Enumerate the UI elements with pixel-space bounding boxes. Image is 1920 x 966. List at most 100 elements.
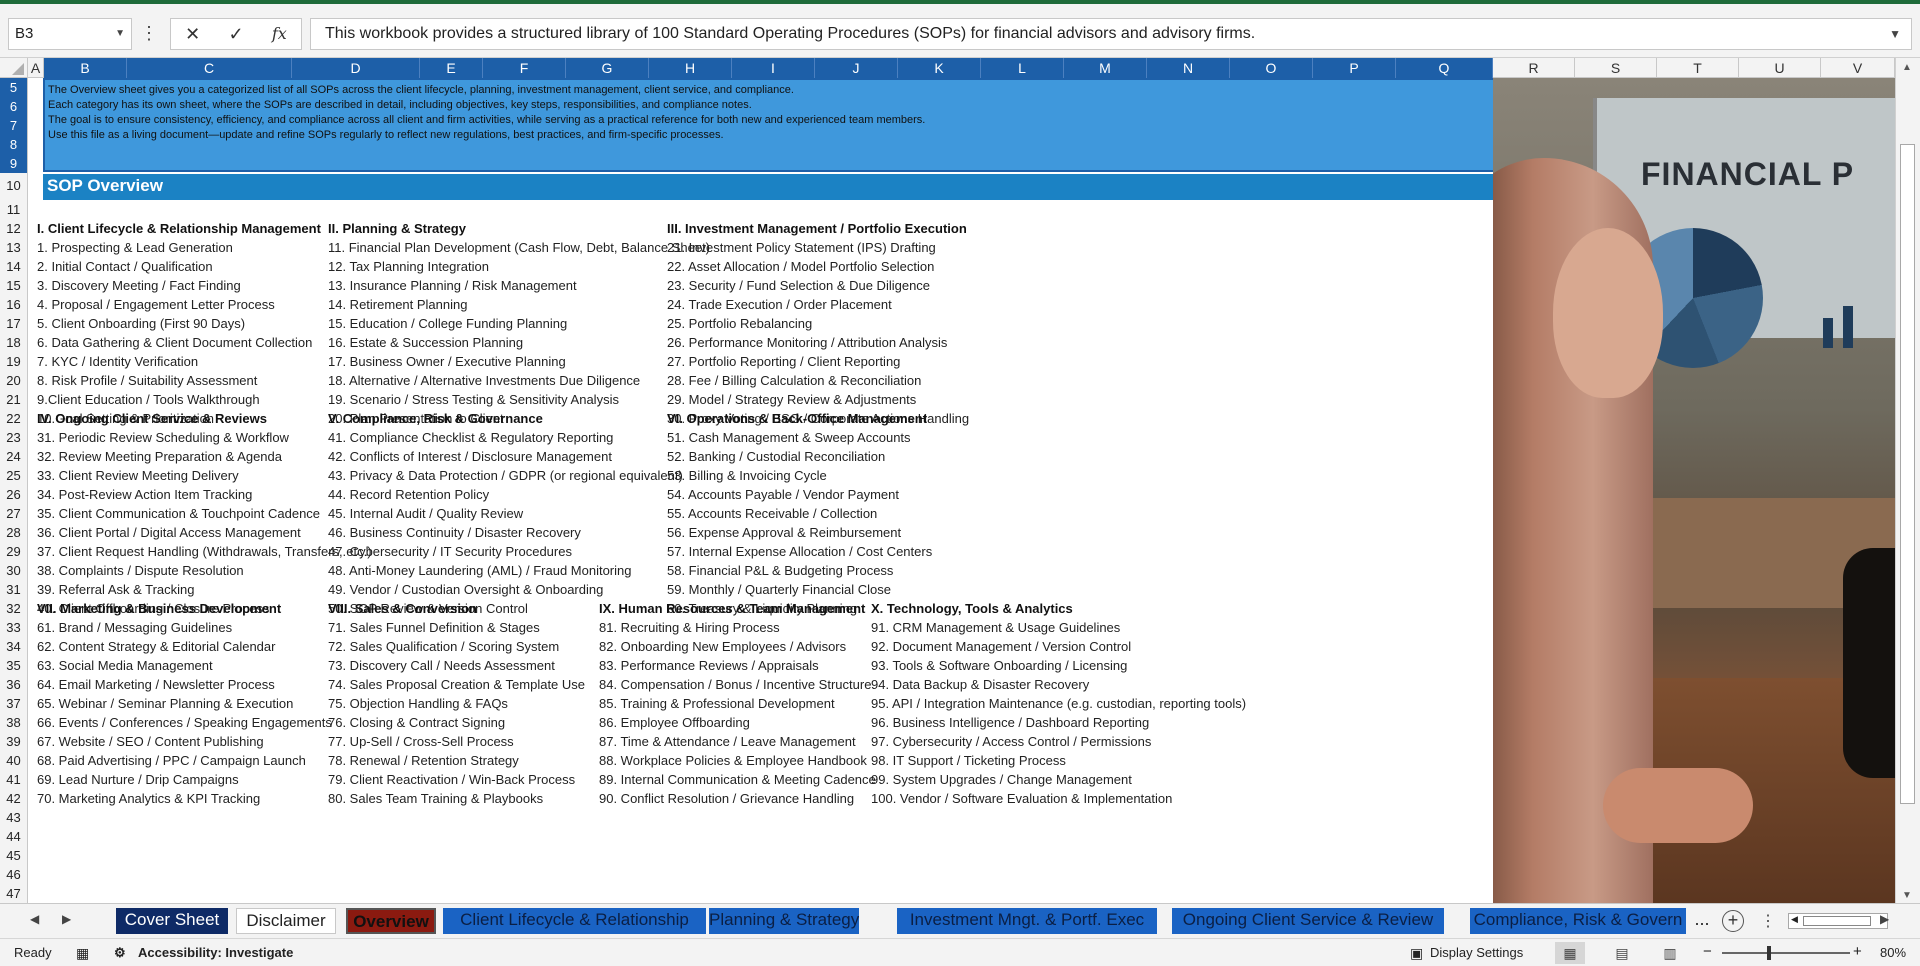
row-header[interactable]: 22	[0, 409, 27, 428]
row-header[interactable]: 40	[0, 751, 27, 770]
display-settings-icon[interactable]: ▣	[1410, 945, 1423, 962]
sop-list-item[interactable]: 96. Business Intelligence / Dashboard Re…	[871, 713, 1291, 732]
row-header[interactable]: 45	[0, 846, 27, 865]
add-sheet-icon[interactable]: +	[1722, 910, 1744, 932]
normal-view-icon[interactable]: ▦	[1555, 942, 1585, 964]
insert-function-icon[interactable]: fx	[258, 19, 301, 49]
formula-input[interactable]: This workbook provides a structured libr…	[310, 18, 1912, 50]
row-header[interactable]: 35	[0, 656, 27, 675]
row-header[interactable]: 36	[0, 675, 27, 694]
sop-list-item[interactable]: 55. Accounts Receivable / Collection	[667, 504, 1087, 523]
row-header[interactable]: 39	[0, 732, 27, 751]
row-header[interactable]: 17	[0, 314, 27, 333]
column-header[interactable]: H	[649, 58, 732, 78]
zoom-in-icon[interactable]: +	[1853, 943, 1862, 960]
accessibility-status[interactable]: Accessibility: Investigate	[138, 945, 293, 960]
row-header[interactable]: 16	[0, 295, 27, 314]
sheet-tab[interactable]: Client Lifecycle & Relationship	[443, 908, 706, 934]
sop-list-item[interactable]: 100. Vendor / Software Evaluation & Impl…	[871, 789, 1291, 808]
row-header[interactable]: 7	[0, 116, 27, 135]
row-header[interactable]: 11	[0, 200, 27, 219]
row-header[interactable]: 20	[0, 371, 27, 390]
column-header[interactable]: N	[1147, 58, 1230, 78]
column-header[interactable]: B	[44, 58, 127, 78]
sop-overview-banner[interactable]: SOP Overview	[43, 174, 1493, 200]
accessibility-check-icon[interactable]: ⚙	[114, 945, 126, 961]
scroll-thumb[interactable]	[1900, 144, 1915, 804]
row-header[interactable]: 21	[0, 390, 27, 409]
row-header[interactable]: 43	[0, 808, 27, 827]
sop-list-item[interactable]: 99. System Upgrades / Change Management	[871, 770, 1291, 789]
sop-list-item[interactable]: 54. Accounts Payable / Vendor Payment	[667, 485, 1087, 504]
sop-list-item[interactable]: 52. Banking / Custodial Reconciliation	[667, 447, 1087, 466]
enter-check-icon[interactable]: ✓	[214, 19, 257, 49]
column-header[interactable]: K	[898, 58, 981, 78]
sop-list-item[interactable]: 29. Model / Strategy Review & Adjustment…	[667, 390, 1087, 409]
column-header[interactable]: A	[28, 58, 44, 78]
row-header[interactable]: 26	[0, 485, 27, 504]
column-header[interactable]: Q	[1396, 58, 1493, 78]
tab-prev-icon[interactable]: ◀	[30, 912, 39, 926]
row-header[interactable]: 12	[0, 219, 27, 238]
row-header[interactable]: 41	[0, 770, 27, 789]
more-options-icon[interactable]: ⋮	[140, 18, 158, 50]
sheet-tab[interactable]: Compliance, Risk & Govern	[1470, 908, 1686, 934]
column-header[interactable]: G	[566, 58, 649, 78]
category-heading[interactable]: VI. Operations & Back-Office Management	[667, 409, 1087, 428]
row-header[interactable]: 27	[0, 504, 27, 523]
column-header[interactable]: P	[1313, 58, 1396, 78]
name-box[interactable]: B3 ▼	[8, 18, 132, 50]
sop-list-item[interactable]: 59. Monthly / Quarterly Financial Close	[667, 580, 1087, 599]
sop-list-item[interactable]: 58. Financial P&L & Budgeting Process	[667, 561, 1087, 580]
row-header[interactable]: 14	[0, 257, 27, 276]
row-header[interactable]: 23	[0, 428, 27, 447]
row-header[interactable]: 6	[0, 97, 27, 116]
select-all-button[interactable]	[0, 58, 28, 78]
column-header[interactable]: M	[1064, 58, 1147, 78]
row-header[interactable]: 9	[0, 154, 27, 173]
category-heading[interactable]: X. Technology, Tools & Analytics	[871, 599, 1291, 618]
column-header[interactable]: E	[420, 58, 483, 78]
sheet-tab[interactable]: Investment Mngt. & Portf. Exec	[897, 908, 1157, 934]
more-tabs[interactable]: ...	[1694, 908, 1710, 934]
sop-list-item[interactable]: 91. CRM Management & Usage Guidelines	[871, 618, 1291, 637]
expand-formula-icon[interactable]: ▼	[1889, 19, 1901, 49]
column-header[interactable]: L	[981, 58, 1064, 78]
column-header[interactable]: U	[1739, 58, 1821, 78]
tab-next-icon[interactable]: ▶	[62, 912, 71, 926]
scroll-down-icon[interactable]: ▼	[1902, 890, 1912, 901]
column-header[interactable]: J	[815, 58, 898, 78]
vertical-scrollbar[interactable]: ▲ ▼	[1895, 58, 1920, 903]
sop-list-item[interactable]: 94. Data Backup & Disaster Recovery	[871, 675, 1291, 694]
row-header[interactable]: 47	[0, 884, 27, 903]
row-header[interactable]: 28	[0, 523, 27, 542]
scroll-up-icon[interactable]: ▲	[1902, 62, 1912, 73]
sop-list-item[interactable]: 28. Fee / Billing Calculation & Reconcil…	[667, 371, 1087, 390]
sop-list-item[interactable]: 23. Security / Fund Selection & Due Dili…	[667, 276, 1087, 295]
column-header[interactable]: T	[1657, 58, 1739, 78]
page-layout-icon[interactable]: ▤	[1607, 942, 1637, 964]
sop-list-item[interactable]: 97. Cybersecurity / Access Control / Per…	[871, 732, 1291, 751]
row-header[interactable]: 29	[0, 542, 27, 561]
scroll-left-icon[interactable]: ◀	[1791, 914, 1798, 925]
row-header[interactable]: 8	[0, 135, 27, 154]
category-heading[interactable]: III. Investment Management / Portfolio E…	[667, 219, 1087, 238]
sop-list-item[interactable]: 93. Tools & Software Onboarding / Licens…	[871, 656, 1291, 675]
page-break-preview-icon[interactable]: ▥	[1655, 942, 1685, 964]
row-header[interactable]: 15	[0, 276, 27, 295]
row-header[interactable]: 18	[0, 333, 27, 352]
row-header[interactable]: 34	[0, 637, 27, 656]
zoom-out-icon[interactable]: −	[1703, 943, 1712, 960]
row-header[interactable]: 13	[0, 238, 27, 257]
sop-list-item[interactable]: 53. Billing & Invoicing Cycle	[667, 466, 1087, 485]
sop-list-item[interactable]: 95. API / Integration Maintenance (e.g. …	[871, 694, 1291, 713]
row-header[interactable]: 46	[0, 865, 27, 884]
scroll-thumb[interactable]	[1803, 916, 1871, 926]
sop-list-item[interactable]: 98. IT Support / Ticketing Process	[871, 751, 1291, 770]
macro-record-icon[interactable]: ▦	[76, 945, 89, 962]
sop-list-item[interactable]: 27. Portfolio Reporting / Client Reporti…	[667, 352, 1087, 371]
sheet-tab[interactable]: Planning & Strategy	[709, 908, 859, 934]
row-header[interactable]: 30	[0, 561, 27, 580]
row-header[interactable]: 38	[0, 713, 27, 732]
chevron-down-icon[interactable]: ▼	[115, 19, 125, 49]
